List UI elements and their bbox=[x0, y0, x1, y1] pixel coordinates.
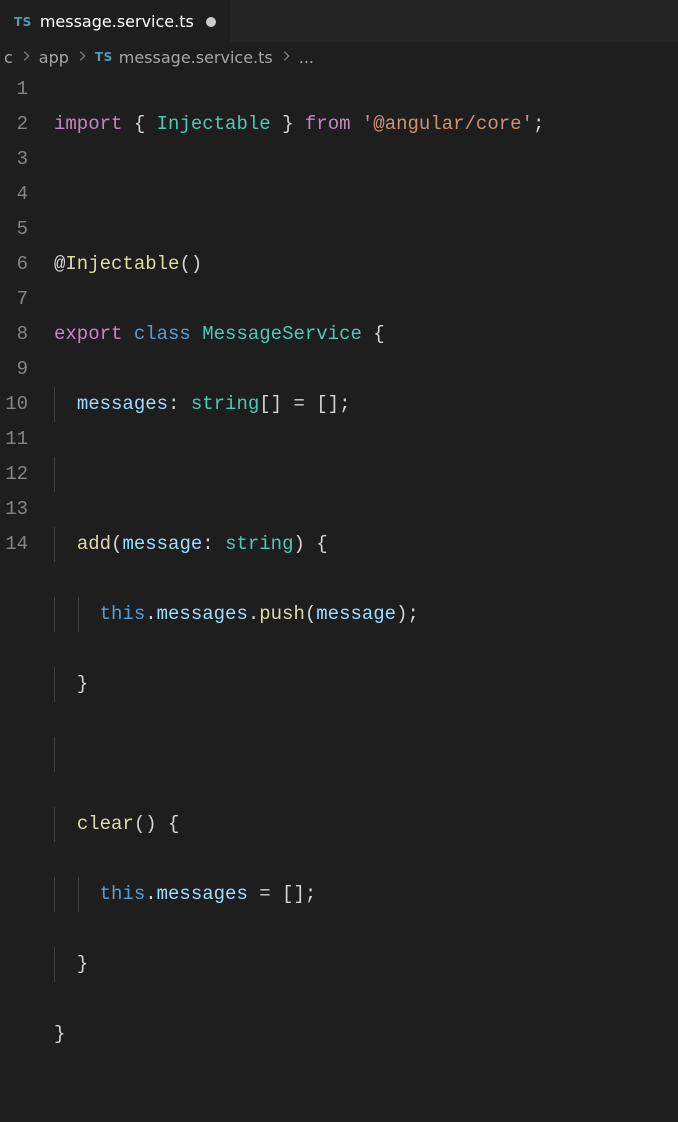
typescript-icon: TS bbox=[14, 15, 32, 29]
breadcrumb[interactable]: c app TS message.service.ts ... bbox=[0, 42, 678, 72]
chevron-right-icon bbox=[19, 48, 33, 67]
line-number: 10 bbox=[0, 387, 28, 422]
line-number: 14 bbox=[0, 527, 28, 562]
line-number: 6 bbox=[0, 247, 28, 282]
typescript-icon: TS bbox=[95, 50, 113, 64]
chevron-right-icon bbox=[279, 48, 293, 67]
breadcrumb-item[interactable]: c bbox=[4, 48, 13, 67]
line-number: 8 bbox=[0, 317, 28, 352]
line-number: 5 bbox=[0, 212, 28, 247]
breadcrumb-item[interactable]: message.service.ts bbox=[119, 48, 273, 67]
line-number: 4 bbox=[0, 177, 28, 212]
code-area[interactable]: import { Injectable } from '@angular/cor… bbox=[48, 72, 544, 1122]
line-number: 11 bbox=[0, 422, 28, 457]
code-editor[interactable]: 1 2 3 4 5 6 7 8 9 10 11 12 13 14 import … bbox=[0, 72, 678, 1122]
line-number: 9 bbox=[0, 352, 28, 387]
unsaved-indicator-icon bbox=[206, 17, 216, 27]
line-number-gutter: 1 2 3 4 5 6 7 8 9 10 11 12 13 14 bbox=[0, 72, 48, 1122]
tab-filename: message.service.ts bbox=[40, 12, 194, 31]
line-number: 3 bbox=[0, 142, 28, 177]
line-number: 2 bbox=[0, 107, 28, 142]
line-number: 7 bbox=[0, 282, 28, 317]
breadcrumb-more[interactable]: ... bbox=[299, 48, 314, 67]
line-number: 1 bbox=[0, 72, 28, 107]
chevron-right-icon bbox=[75, 48, 89, 67]
tab-message-service[interactable]: TS message.service.ts bbox=[0, 0, 230, 42]
breadcrumb-item[interactable]: app bbox=[39, 48, 69, 67]
tab-bar: TS message.service.ts bbox=[0, 0, 678, 42]
line-number: 13 bbox=[0, 492, 28, 527]
line-number: 12 bbox=[0, 457, 28, 492]
